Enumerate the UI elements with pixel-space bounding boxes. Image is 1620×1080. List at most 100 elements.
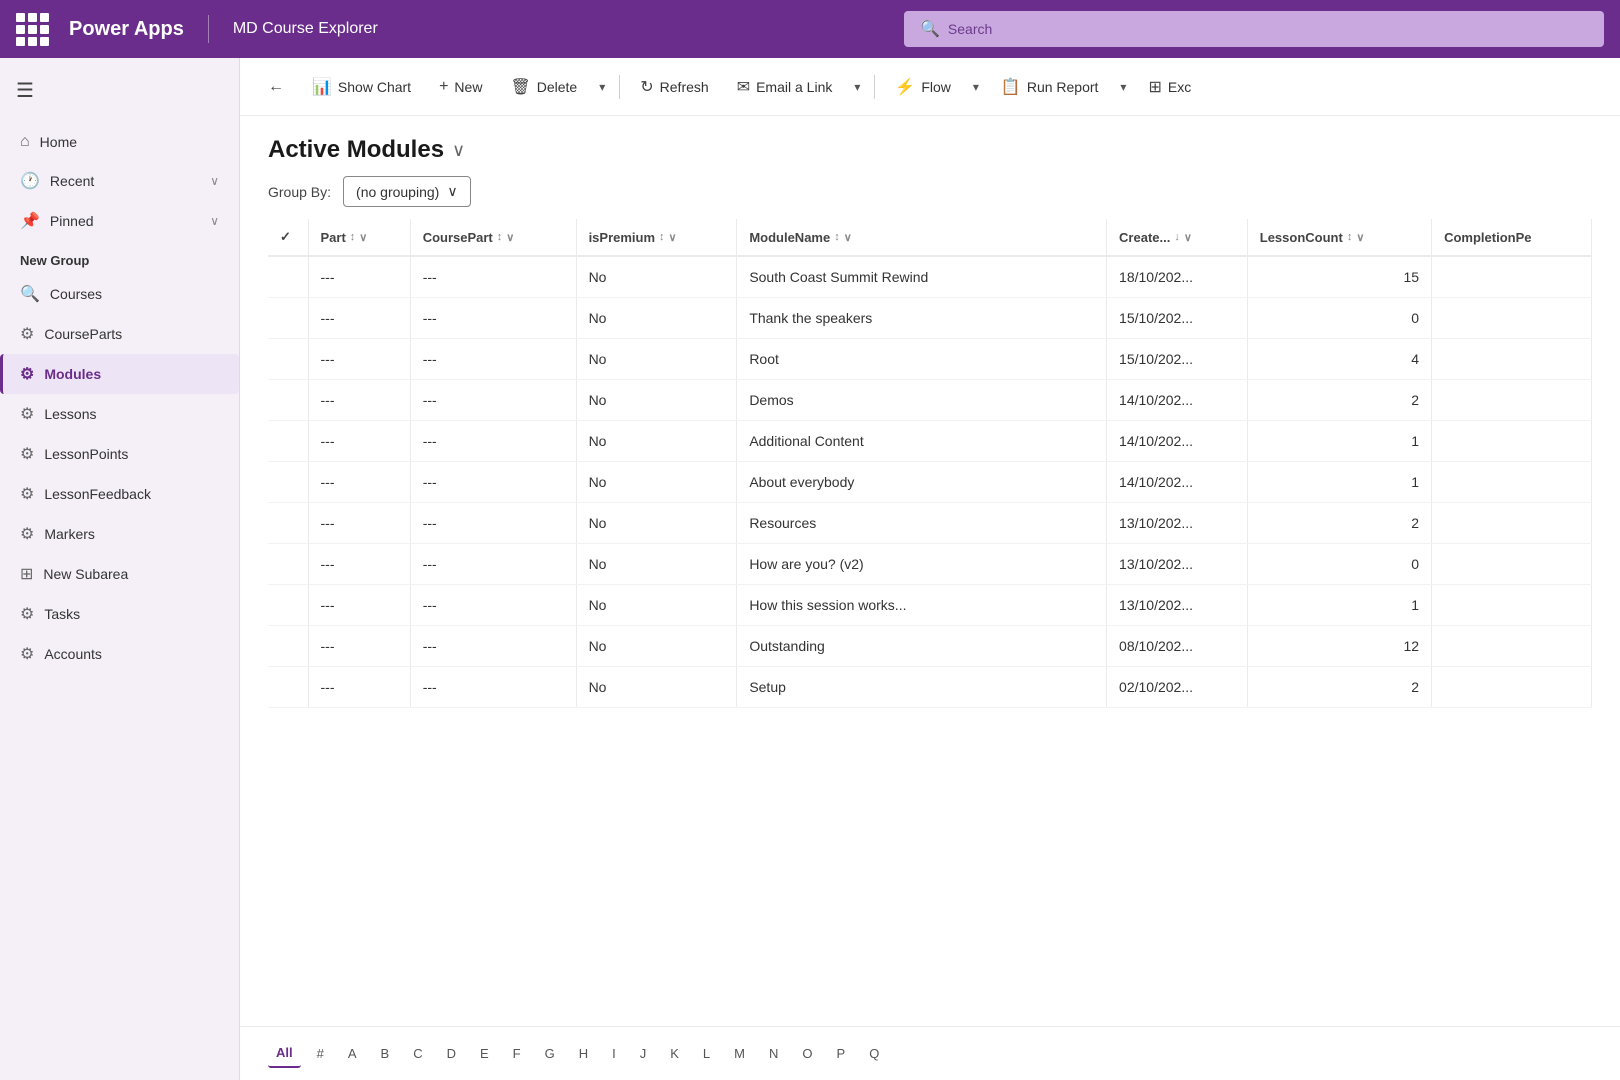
sidebar-section-new-group[interactable]: New Group xyxy=(0,241,239,274)
sidebar-item-recent[interactable]: 🕐 Recent ∨ xyxy=(0,161,239,201)
table-row[interactable]: --- --- No Thank the speakers 15/10/202.… xyxy=(268,298,1592,339)
excel-button[interactable]: ⊞ Exc xyxy=(1136,69,1203,105)
groupby-select[interactable]: (no grouping) ∨ xyxy=(343,176,471,207)
sidebar-item-markers[interactable]: ⚙ Markers xyxy=(0,514,239,554)
page-letter-q[interactable]: Q xyxy=(861,1040,887,1067)
run-report-button[interactable]: 📋 Run Report xyxy=(989,69,1111,105)
page-letter-i[interactable]: I xyxy=(604,1040,624,1067)
filter-icon[interactable]: ∨ xyxy=(844,231,852,244)
table-row[interactable]: --- --- No South Coast Summit Rewind 18/… xyxy=(268,256,1592,298)
sidebar-item-newsubarea[interactable]: ⊞ New Subarea xyxy=(0,554,239,594)
table-row[interactable]: --- --- No Root 15/10/202... 4 xyxy=(268,339,1592,380)
table-row[interactable]: --- --- No How are you? (v2) 13/10/202..… xyxy=(268,544,1592,585)
cell-modulename[interactable]: Thank the speakers xyxy=(737,298,1107,339)
filter-icon[interactable]: ∨ xyxy=(359,231,367,244)
filter-icon[interactable]: ∨ xyxy=(1356,231,1364,244)
row-check[interactable] xyxy=(268,503,308,544)
flow-button[interactable]: ⚡ Flow xyxy=(883,69,962,105)
col-created[interactable]: Create... ↓ ∨ xyxy=(1107,219,1248,256)
col-lessoncount[interactable]: LessonCount ↕ ∨ xyxy=(1247,219,1431,256)
search-input[interactable] xyxy=(948,21,1588,37)
col-ispremium[interactable]: isPremium ↕ ∨ xyxy=(576,219,737,256)
row-check[interactable] xyxy=(268,585,308,626)
page-letter-l[interactable]: L xyxy=(695,1040,718,1067)
col-coursepart[interactable]: CoursePart ↕ ∨ xyxy=(410,219,576,256)
filter-icon[interactable]: ∨ xyxy=(669,231,677,244)
page-letter-m[interactable]: M xyxy=(726,1040,753,1067)
email-dropdown[interactable]: ▾ xyxy=(848,72,866,102)
cell-modulename[interactable]: Resources xyxy=(737,503,1107,544)
refresh-button[interactable]: ↻ Refresh xyxy=(628,69,720,105)
sidebar-item-pinned[interactable]: 📌 Pinned ∨ xyxy=(0,201,239,241)
table-row[interactable]: --- --- No Outstanding 08/10/202... 12 xyxy=(268,626,1592,667)
page-letter-k[interactable]: K xyxy=(662,1040,687,1067)
email-link-button[interactable]: ✉ Email a Link xyxy=(725,69,845,105)
row-check[interactable] xyxy=(268,339,308,380)
col-part[interactable]: Part ↕ ∨ xyxy=(308,219,410,256)
cell-modulename[interactable]: About everybody xyxy=(737,462,1107,503)
table-row[interactable]: --- --- No Demos 14/10/202... 2 xyxy=(268,380,1592,421)
show-chart-button[interactable]: 📊 Show Chart xyxy=(300,69,423,105)
page-title-dropdown[interactable]: ∨ xyxy=(452,140,465,161)
search-bar[interactable]: 🔍 xyxy=(904,11,1604,47)
col-modulename[interactable]: ModuleName ↕ ∨ xyxy=(737,219,1107,256)
row-check[interactable] xyxy=(268,544,308,585)
sidebar-menu-icon[interactable]: ☰ xyxy=(16,70,223,111)
page-letter-g[interactable]: G xyxy=(537,1040,563,1067)
page-letter-all[interactable]: All xyxy=(268,1039,301,1068)
page-letter-p[interactable]: P xyxy=(829,1040,854,1067)
filter-icon[interactable]: ∨ xyxy=(506,231,514,244)
cell-modulename[interactable]: How this session works... xyxy=(737,585,1107,626)
delete-button[interactable]: 🗑 Delete xyxy=(498,69,589,105)
table-row[interactable]: --- --- No Setup 02/10/202... 2 xyxy=(268,667,1592,708)
row-check[interactable] xyxy=(268,626,308,667)
new-button[interactable]: + New xyxy=(427,70,494,104)
filter-icon[interactable]: ∨ xyxy=(1184,231,1192,244)
sidebar-item-lessonfeedback[interactable]: ⚙ LessonFeedback xyxy=(0,474,239,514)
sidebar-item-lessons[interactable]: ⚙ Lessons xyxy=(0,394,239,434)
sidebar-item-accounts[interactable]: ⚙ Accounts xyxy=(0,634,239,674)
delete-dropdown[interactable]: ▾ xyxy=(593,72,611,102)
table-row[interactable]: --- --- No About everybody 14/10/202... … xyxy=(268,462,1592,503)
topbar-brand[interactable]: Power Apps xyxy=(69,18,184,41)
row-check[interactable] xyxy=(268,462,308,503)
table-row[interactable]: --- --- No How this session works... 13/… xyxy=(268,585,1592,626)
cell-modulename[interactable]: South Coast Summit Rewind xyxy=(737,256,1107,298)
page-letter-j[interactable]: J xyxy=(632,1040,655,1067)
table-row[interactable]: --- --- No Additional Content 14/10/202.… xyxy=(268,421,1592,462)
sidebar-item-modules[interactable]: ⚙ Modules xyxy=(0,354,239,394)
col-check[interactable]: ✓ xyxy=(268,219,308,256)
row-check[interactable] xyxy=(268,421,308,462)
cell-modulename[interactable]: How are you? (v2) xyxy=(737,544,1107,585)
page-letter-h[interactable]: H xyxy=(571,1040,596,1067)
cell-modulename[interactable]: Additional Content xyxy=(737,421,1107,462)
row-check[interactable] xyxy=(268,298,308,339)
page-letter-n[interactable]: N xyxy=(761,1040,786,1067)
row-check[interactable] xyxy=(268,380,308,421)
page-letter-o[interactable]: O xyxy=(794,1040,820,1067)
sidebar-item-courseparts[interactable]: ⚙ CourseParts xyxy=(0,314,239,354)
table-row[interactable]: --- --- No Resources 13/10/202... 2 xyxy=(268,503,1592,544)
page-letter-#[interactable]: # xyxy=(309,1040,332,1067)
cell-modulename[interactable]: Root xyxy=(737,339,1107,380)
page-letter-f[interactable]: F xyxy=(505,1040,529,1067)
col-completionpe[interactable]: CompletionPe xyxy=(1432,219,1592,256)
row-check[interactable] xyxy=(268,256,308,298)
back-button[interactable]: ← xyxy=(256,70,296,104)
sidebar-item-lessonpoints[interactable]: ⚙ LessonPoints xyxy=(0,434,239,474)
page-letter-d[interactable]: D xyxy=(439,1040,464,1067)
row-check[interactable] xyxy=(268,667,308,708)
sidebar-item-courses[interactable]: 🔍 Courses xyxy=(0,274,239,314)
sidebar-item-home[interactable]: ⌂ Home xyxy=(0,123,239,161)
app-grid-icon[interactable] xyxy=(16,13,49,46)
sidebar-item-tasks[interactable]: ⚙ Tasks xyxy=(0,594,239,634)
cell-modulename[interactable]: Setup xyxy=(737,667,1107,708)
flow-dropdown[interactable]: ▾ xyxy=(967,72,985,102)
page-letter-a[interactable]: A xyxy=(340,1040,365,1067)
report-dropdown[interactable]: ▾ xyxy=(1114,72,1132,102)
cell-modulename[interactable]: Outstanding xyxy=(737,626,1107,667)
cell-modulename[interactable]: Demos xyxy=(737,380,1107,421)
page-letter-e[interactable]: E xyxy=(472,1040,497,1067)
page-letter-c[interactable]: C xyxy=(405,1040,430,1067)
page-letter-b[interactable]: B xyxy=(373,1040,398,1067)
